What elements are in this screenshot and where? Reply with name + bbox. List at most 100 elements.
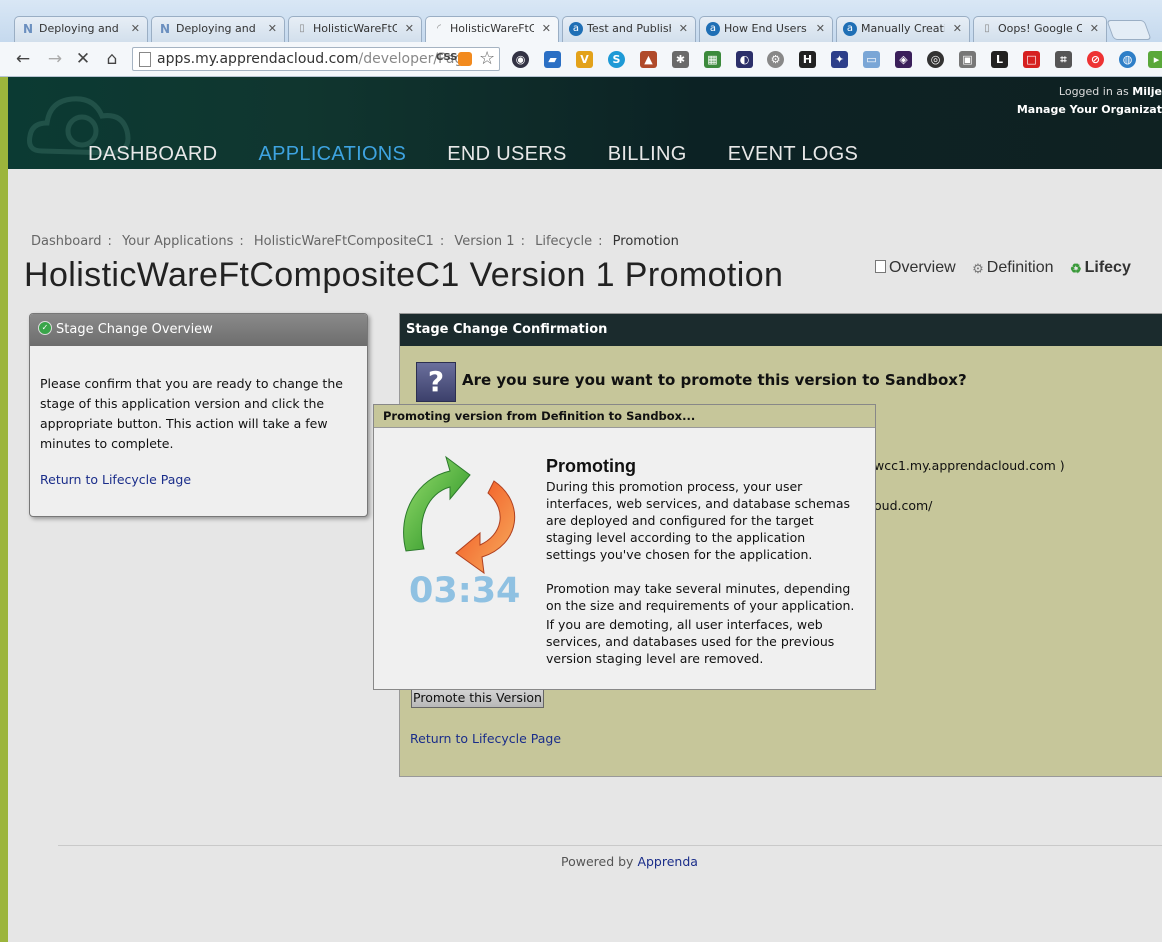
- gear-icon: ⚙: [972, 261, 984, 276]
- browser-tab[interactable]: N Deploying and M ✕: [14, 16, 148, 42]
- return-to-lifecycle-link[interactable]: Return to Lifecycle Page: [40, 470, 357, 490]
- nav-billing[interactable]: BILLING: [608, 143, 687, 165]
- extension-icon[interactable]: ⊘: [1087, 51, 1104, 68]
- tab-label: HolisticWareFtCo: [313, 22, 397, 35]
- sub-tabs: Overview ⚙ Definition ♻ Lifecy: [875, 259, 1143, 277]
- close-icon[interactable]: ✕: [1090, 22, 1099, 35]
- question-icon: ?: [416, 362, 456, 402]
- close-icon[interactable]: ✕: [405, 22, 414, 35]
- extension-icon[interactable]: ▰: [544, 51, 561, 68]
- crop-icon[interactable]: ⌗: [1055, 51, 1072, 68]
- panel-title: Stage Change Overview: [56, 322, 213, 337]
- browser-tab[interactable]: a Test and Publish ✕: [562, 16, 696, 42]
- breadcrumb-application[interactable]: HolisticWareFtCompositeC1: [254, 234, 434, 249]
- globe-icon[interactable]: ◍: [1119, 51, 1136, 68]
- browser-tab[interactable]: a Manually Creatin ✕: [836, 16, 970, 42]
- extension-icon[interactable]: H: [799, 51, 816, 68]
- extension-icon[interactable]: ▸: [1148, 51, 1162, 68]
- dialog-heading: Promoting: [546, 456, 636, 476]
- extension-icon[interactable]: □: [1023, 51, 1040, 68]
- extension-icon[interactable]: ◎: [927, 51, 944, 68]
- breadcrumb-version[interactable]: Version 1: [454, 234, 514, 249]
- nav-end-users[interactable]: END USERS: [447, 143, 566, 165]
- browser-tab[interactable]: ▯ Oops! Google Ch ✕: [973, 16, 1107, 42]
- forward-arrow-icon[interactable]: →: [44, 48, 66, 70]
- footer: Powered by Apprenda: [561, 854, 698, 869]
- browser-toolbar: ← → ✕ ⌂ apps.my.apprendacloud.com/develo…: [0, 42, 1162, 77]
- apprenda-n-icon: N: [22, 22, 34, 36]
- tab-overview[interactable]: Overview: [875, 259, 960, 276]
- page-icon: ▯: [299, 23, 305, 34]
- user-info: Logged in as Milje Manage Your Organizat: [1017, 83, 1162, 119]
- back-arrow-icon[interactable]: ←: [12, 48, 34, 70]
- logged-in-label: Logged in as: [1058, 85, 1129, 98]
- browser-tab-active[interactable]: ◜ HolisticWareFtCo ✕: [425, 16, 559, 43]
- window-edge: [0, 77, 8, 942]
- browser-tab[interactable]: ▯ HolisticWareFtCo ✕: [288, 16, 422, 42]
- dialog-paragraph: Promotion may take several minutes, depe…: [546, 581, 855, 613]
- manage-organization-link[interactable]: Manage Your Organizat: [1017, 103, 1162, 116]
- apprenda-link[interactable]: Apprenda: [637, 854, 698, 869]
- tab-label: Oops! Google Ch: [998, 22, 1082, 35]
- nav-applications[interactable]: APPLICATIONS: [258, 143, 406, 165]
- extension-icon[interactable]: ▲: [640, 51, 657, 68]
- home-icon[interactable]: ⌂: [101, 48, 123, 70]
- close-icon[interactable]: ✕: [816, 22, 825, 35]
- stage-change-overview-panel: ✓ Stage Change Overview Please confirm t…: [29, 313, 368, 517]
- url-host: apps.my.apprendacloud.com: [157, 51, 359, 67]
- breadcrumb-lifecycle[interactable]: Lifecycle: [535, 234, 592, 249]
- gear-icon[interactable]: ⚙: [767, 51, 784, 68]
- breadcrumb-your-applications[interactable]: Your Applications: [122, 234, 233, 249]
- tab-definition-label: Definition: [986, 259, 1054, 276]
- site-header: Logged in as Milje Manage Your Organizat…: [8, 77, 1162, 169]
- extension-icon[interactable]: L: [991, 51, 1008, 68]
- tab-label: Deploying and M: [176, 22, 260, 35]
- close-icon[interactable]: ✕: [953, 22, 962, 35]
- nav-dashboard[interactable]: DASHBOARD: [88, 143, 217, 165]
- dialog-paragraph: If you are demoting, all user interfaces…: [546, 617, 835, 666]
- apprenda-a-icon: a: [569, 22, 583, 36]
- extension-icon[interactable]: V: [576, 51, 593, 68]
- browser-tab-strip: N Deploying and M ✕ N Deploying and M ✕ …: [0, 0, 1162, 43]
- extension-icon[interactable]: ◉: [512, 51, 529, 68]
- tab-label: How End Users: [724, 22, 807, 35]
- extension-icon[interactable]: S: [608, 51, 625, 68]
- tab-label: Manually Creatin: [861, 22, 945, 35]
- loading-icon: ◜: [437, 23, 441, 34]
- extension-icon[interactable]: ◈: [895, 51, 912, 68]
- breadcrumb-dashboard[interactable]: Dashboard: [31, 234, 102, 249]
- css-badge[interactable]: CSS: [436, 52, 457, 63]
- tab-label: Test and Publish: [587, 22, 671, 35]
- close-icon[interactable]: ✕: [679, 22, 688, 35]
- tab-overview-label: Overview: [889, 259, 956, 276]
- shield-icon[interactable]: [458, 52, 472, 66]
- tab-definition[interactable]: ⚙ Definition: [972, 259, 1058, 276]
- extension-icon[interactable]: ▦: [704, 51, 721, 68]
- dialog-paragraph: During this promotion process, your user…: [546, 479, 851, 562]
- star-icon[interactable]: ☆: [479, 48, 495, 69]
- return-to-lifecycle-link[interactable]: Return to Lifecycle Page: [410, 731, 561, 746]
- close-icon[interactable]: ✕: [542, 22, 551, 35]
- page-icon: [139, 52, 151, 67]
- nav-event-logs[interactable]: EVENT LOGS: [728, 143, 858, 165]
- extension-icon[interactable]: ◐: [736, 51, 753, 68]
- browser-tab[interactable]: a How End Users ✕: [699, 16, 833, 42]
- breadcrumb-current: Promotion: [612, 234, 679, 249]
- confirmation-panel-title: Stage Change Confirmation: [400, 314, 1162, 346]
- main-nav: DASHBOARD APPLICATIONS END USERS BILLING…: [88, 143, 894, 166]
- close-icon[interactable]: ✕: [268, 22, 277, 35]
- tab-lifecycle[interactable]: ♻ Lifecy: [1070, 259, 1131, 276]
- new-tab-button[interactable]: [1106, 20, 1152, 40]
- page-icon: ▯: [984, 23, 990, 34]
- extension-icon[interactable]: ✦: [831, 51, 848, 68]
- stop-icon[interactable]: ✕: [72, 48, 94, 70]
- extension-icon[interactable]: ✱: [672, 51, 689, 68]
- apprenda-n-icon: N: [159, 22, 171, 36]
- browser-tab[interactable]: N Deploying and M ✕: [151, 16, 285, 42]
- check-circle-icon: ✓: [38, 321, 52, 335]
- partial-url-text: oud.com/: [874, 498, 933, 513]
- extension-icon[interactable]: ▭: [863, 51, 880, 68]
- panel-header: ✓ Stage Change Overview: [30, 314, 367, 346]
- close-icon[interactable]: ✕: [131, 22, 140, 35]
- extension-icon[interactable]: ▣: [959, 51, 976, 68]
